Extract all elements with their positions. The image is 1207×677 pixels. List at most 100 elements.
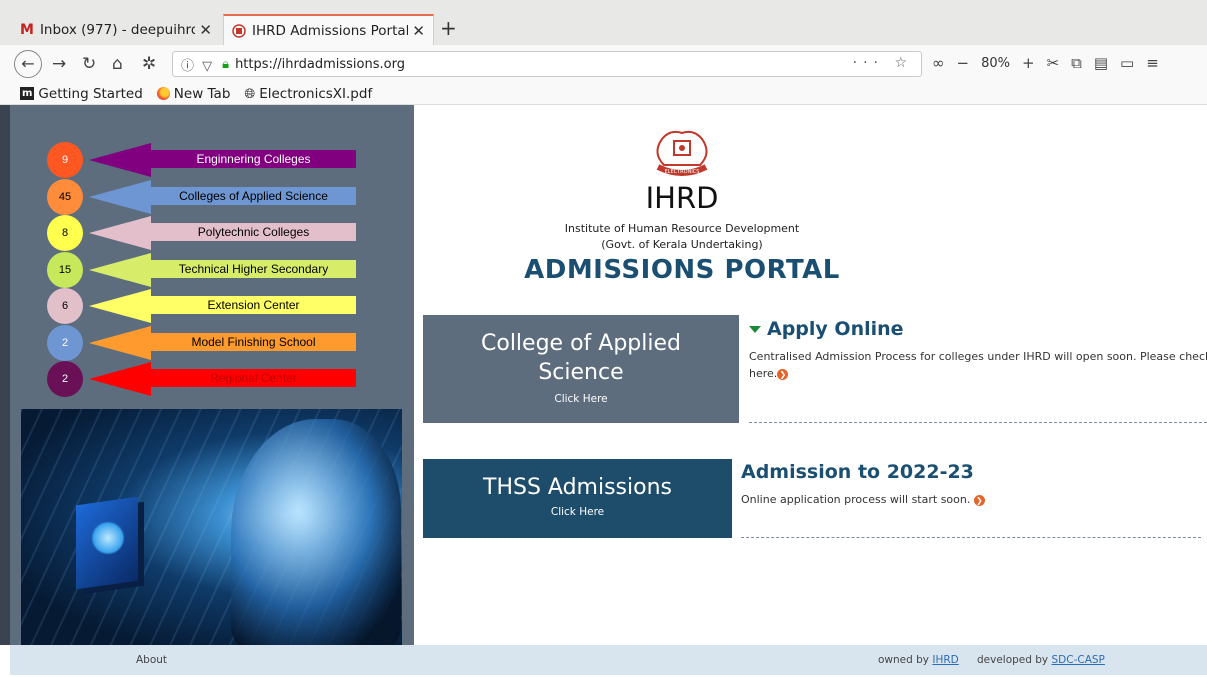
main-content: ELECTRONICS IHRD Institute of Human Reso…: [414, 105, 1207, 645]
stat-count-circle: 2: [47, 324, 83, 361]
stat-count-circle: 2: [47, 361, 83, 397]
stat-label: Technical Higher Secondary: [151, 259, 356, 278]
settings-gear-icon[interactable]: ✲: [142, 51, 156, 77]
click-here-link[interactable]: Click Here: [423, 506, 732, 518]
arrow-left-icon: [89, 362, 151, 396]
home-button[interactable]: ⌂: [112, 51, 123, 77]
stat-row[interactable]: 15 Technical Higher Secondary: [47, 251, 367, 288]
admission-section: Admission to 2022-23 Online application …: [741, 461, 1201, 538]
bookmark-getting-started[interactable]: m Getting Started: [20, 86, 143, 102]
apply-online-heading[interactable]: Apply Online: [749, 318, 1207, 340]
forward-button[interactable]: →: [52, 51, 66, 77]
close-tab-icon[interactable]: ✕: [412, 22, 425, 40]
digital-head-shape: [231, 419, 401, 645]
developed-by: developed by SDC-CASP: [977, 654, 1105, 666]
reload-button[interactable]: ↻: [82, 51, 96, 77]
arrow-left-icon: [89, 216, 151, 250]
paste-icon[interactable]: ▤: [1094, 54, 1108, 72]
stat-label: Regional Center: [151, 369, 356, 387]
gmail-icon: M: [20, 21, 34, 38]
info-text: Online application process will start so…: [741, 493, 971, 506]
stat-count-circle: 15: [47, 251, 83, 288]
logo-text: ELECTRONICS: [665, 169, 700, 175]
globe-glow: [91, 521, 125, 555]
click-here-link[interactable]: Click Here: [423, 393, 739, 405]
info-text: Centralised Admission Process for colleg…: [749, 350, 1207, 380]
tab-bar: M Inbox (977) - deepuihrd@ ✕ IHRD Admiss…: [0, 0, 1207, 45]
moodle-icon: m: [20, 87, 35, 100]
stat-label: Colleges of Applied Science: [151, 186, 356, 205]
stat-label: Extension Center: [151, 296, 356, 314]
bookmark-new-tab[interactable]: New Tab: [156, 85, 231, 102]
tab-label: Inbox (977) - deepuihrd@: [39, 21, 196, 38]
stat-row[interactable]: 8 Polytechnic Colleges: [47, 215, 367, 251]
new-tab-icon[interactable]: +: [440, 16, 457, 40]
apply-online-section: Apply Online Centralised Admission Proce…: [749, 318, 1207, 423]
tab-ihrd-admissions[interactable]: IHRD Admissions Portal ✕: [223, 14, 434, 45]
arrow-right-icon[interactable]: ❯: [777, 368, 789, 380]
admission-heading: Admission to 2022-23: [741, 461, 974, 483]
arrow-left-icon: [89, 289, 151, 323]
close-tab-icon[interactable]: ✕: [199, 21, 212, 39]
card-title: THSS Admissions: [483, 475, 672, 500]
copy-icon[interactable]: ⧉: [1071, 54, 1082, 72]
dev-prefix: developed by: [977, 654, 1049, 666]
arrow-right-icon[interactable]: ❯: [973, 494, 985, 506]
brand-subtitle: Institute of Human Resource Development …: [514, 221, 850, 253]
stat-label: Enginnering Colleges: [151, 150, 356, 168]
page-footer: About owned by IHRD developed by SDC-CAS…: [10, 645, 1207, 675]
stat-row[interactable]: 2 Model Finishing School: [47, 324, 367, 361]
zoom-in-button[interactable]: +: [1022, 54, 1035, 72]
stat-label: Model Finishing School: [151, 332, 356, 351]
back-button[interactable]: ←: [14, 50, 42, 78]
bookmark-label: Getting Started: [38, 85, 143, 102]
apply-online-text: Centralised Admission Process for colleg…: [749, 348, 1207, 382]
sidebar-icon[interactable]: ▭: [1120, 54, 1134, 72]
stat-row[interactable]: 45 Colleges of Applied Science: [47, 178, 367, 215]
bookmark-label: New Tab: [173, 85, 231, 102]
stat-label: Polytechnic Colleges: [151, 223, 356, 241]
url-text: https://ihrdadmissions.org: [235, 56, 405, 72]
page-edge: [0, 105, 10, 645]
bookmark-label: ElectronicsXI.pdf: [259, 85, 373, 102]
arrow-left-icon: [89, 179, 151, 214]
tab-gmail-inbox[interactable]: M Inbox (977) - deepuihrd@ ✕: [12, 14, 220, 45]
admission-text: Online application process will start so…: [741, 491, 1201, 508]
stat-count-circle: 9: [47, 142, 83, 178]
firefox-icon: [156, 87, 170, 100]
globe-icon: 🌐︎: [244, 85, 256, 102]
arrow-left-icon: [89, 252, 151, 287]
cut-icon[interactable]: ✂: [1047, 54, 1060, 72]
heading-text: Apply Online: [767, 318, 904, 340]
ihrd-favicon: [232, 23, 246, 38]
toolbar-right: ∞ − 80% + ✂ ⧉ ▤ ▭ ≡: [932, 54, 1159, 72]
stat-row[interactable]: 9 Enginnering Colleges: [47, 142, 367, 178]
caret-down-icon: [749, 325, 761, 333]
brand-title: IHRD: [645, 181, 719, 215]
stat-count-circle: 8: [47, 215, 83, 251]
address-bar[interactable]: ⓘ ▽ 🔒︎ https://ihrdadmissions.org ··· ☆: [172, 51, 922, 77]
sdc-casp-link[interactable]: SDC-CASP: [1052, 654, 1105, 666]
infinity-icon[interactable]: ∞: [932, 54, 945, 72]
page-actions-icon[interactable]: ··· ☆: [853, 55, 913, 71]
hero-image: [21, 409, 402, 645]
cas-card-button[interactable]: College of Applied Science Click Here: [423, 315, 739, 423]
menu-icon[interactable]: ≡: [1146, 54, 1159, 72]
site-info-icon[interactable]: ⓘ ▽: [181, 55, 214, 74]
card-title: College of Applied Science: [481, 331, 681, 385]
about-link[interactable]: About: [136, 654, 167, 666]
stat-row[interactable]: 6 Extension Center: [47, 288, 367, 324]
owned-prefix: owned by: [878, 654, 930, 666]
lock-icon: 🔒︎: [222, 56, 230, 72]
bookmark-electronics-pdf[interactable]: 🌐︎ ElectronicsXI.pdf: [244, 86, 372, 102]
kerala-emblem-logo: ELECTRONICS: [656, 130, 708, 176]
thss-card-button[interactable]: THSS Admissions Click Here: [423, 459, 732, 538]
tab-label: IHRD Admissions Portal: [252, 22, 409, 39]
bookmarks-bar: m Getting Started New Tab 🌐︎ Electronics…: [0, 83, 1207, 105]
zoom-level[interactable]: 80%: [981, 56, 1010, 71]
ihrd-link[interactable]: IHRD: [932, 654, 958, 666]
zoom-out-button[interactable]: −: [957, 54, 970, 72]
subtitle-line-2: (Govt. of Kerala Undertaking): [601, 238, 763, 251]
stat-row[interactable]: 2 Regional Center: [47, 361, 367, 397]
stat-count-circle: 6: [47, 288, 83, 324]
